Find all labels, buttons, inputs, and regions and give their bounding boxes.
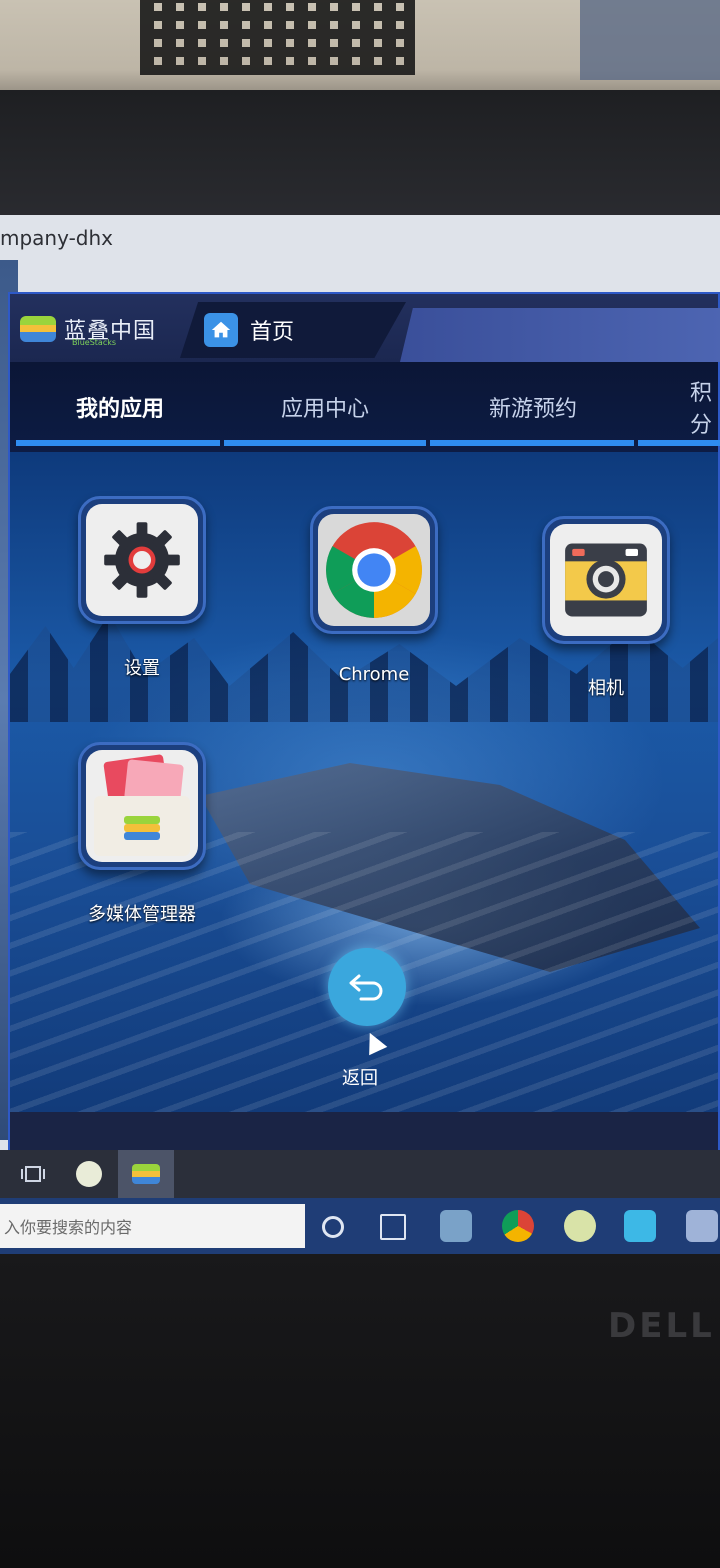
windows-taskbar: 入你要搜索的内容 [0, 1198, 720, 1254]
tab-new-games-label: 新游预约 [488, 397, 577, 422]
tab-underline-new-games [430, 440, 634, 446]
back-button-label: 返回 [342, 1068, 378, 1089]
bluestacks-logo-icon [20, 316, 56, 342]
bluestacks-app-button[interactable] [118, 1150, 174, 1198]
media-manager-icon [86, 750, 198, 862]
tab-points[interactable]: 积分 [640, 362, 720, 452]
home-tab[interactable]: 首页 [180, 302, 406, 358]
multi-window-icon [21, 1166, 45, 1182]
app-camera[interactable]: 相机 [542, 516, 670, 700]
app-chrome-frame [310, 506, 438, 634]
tab-underline-app-center [224, 440, 426, 446]
back-button[interactable] [328, 948, 406, 1026]
desktop-window-caption: mpany-dhx [0, 226, 114, 250]
camera-icon [550, 524, 662, 636]
multi-window-button[interactable] [16, 1150, 50, 1198]
monitor-brand-logo: DELL [608, 1306, 715, 1346]
home-wallpaper: 设置 Chrome 相机 多媒体管理器 返回 [10, 452, 718, 1112]
gear-icon [86, 504, 198, 616]
app-settings-label: 设置 [124, 658, 160, 679]
chrome-icon [318, 514, 430, 626]
tab-my-apps-label: 我的应用 [75, 397, 164, 422]
back-arrow-icon [349, 974, 383, 1001]
qr-code-paper [140, 0, 415, 75]
nav-tabs: 我的应用 应用中心 新游预约 积分 [10, 362, 720, 452]
tab-points-label: 积分 [690, 381, 713, 438]
home-circle-button[interactable] [72, 1150, 106, 1198]
app-camera-label: 相机 [588, 678, 624, 699]
tab-app-center[interactable]: 应用中心 [224, 362, 426, 452]
bluestacks-logo[interactable]: 蓝叠中国 BlueStacks [20, 304, 160, 354]
home-tab-label: 首页 [250, 320, 295, 345]
tab-my-apps[interactable]: 我的应用 [20, 362, 220, 452]
bluestacks-small-icon [132, 1164, 160, 1184]
home-icon [204, 313, 238, 347]
app-media-manager[interactable]: 多媒体管理器 [78, 742, 206, 926]
taskbar-app-icon[interactable] [564, 1210, 596, 1242]
task-view-icon[interactable] [380, 1214, 406, 1240]
app-camera-frame [542, 516, 670, 644]
app-media-manager-frame [78, 742, 206, 870]
app-chrome[interactable]: Chrome [310, 506, 438, 685]
circle-icon [76, 1161, 102, 1187]
emulator-titlebar: 蓝叠中国 BlueStacks 首页 [10, 294, 720, 362]
taskbar-desktop-icon[interactable] [440, 1210, 472, 1242]
taskbar-store-icon[interactable] [624, 1210, 656, 1242]
app-chrome-label: Chrome [338, 664, 410, 685]
brand-subtitle: BlueStacks [72, 338, 117, 347]
taskbar-search-placeholder: 入你要搜索的内容 [4, 1218, 133, 1237]
tab-app-center-label: 应用中心 [280, 397, 369, 422]
taskbar-user-icon[interactable] [686, 1210, 718, 1242]
monitor-bezel-bottom [0, 1254, 720, 1568]
emulator-window: 蓝叠中国 BlueStacks 首页 我的应用 应用中心 新游预约 积分 设置 … [8, 292, 720, 1152]
tab-underline-points [638, 440, 720, 446]
monitor-bezel-top [0, 90, 720, 230]
cortana-icon[interactable] [322, 1216, 344, 1238]
app-media-manager-label: 多媒体管理器 [88, 904, 196, 925]
taskbar-search-input[interactable]: 入你要搜索的内容 [0, 1204, 305, 1248]
titlebar-decoration [400, 308, 720, 362]
taskbar-chrome-icon[interactable] [502, 1210, 534, 1242]
tab-underline-my-apps [16, 440, 220, 446]
tab-new-games[interactable]: 新游预约 [430, 362, 636, 452]
emulator-bottom-bar [10, 1112, 718, 1152]
app-settings[interactable]: 设置 [78, 496, 206, 680]
app-settings-frame [78, 496, 206, 624]
paper-decoration [580, 0, 720, 80]
emulator-control-bar [0, 1150, 720, 1198]
